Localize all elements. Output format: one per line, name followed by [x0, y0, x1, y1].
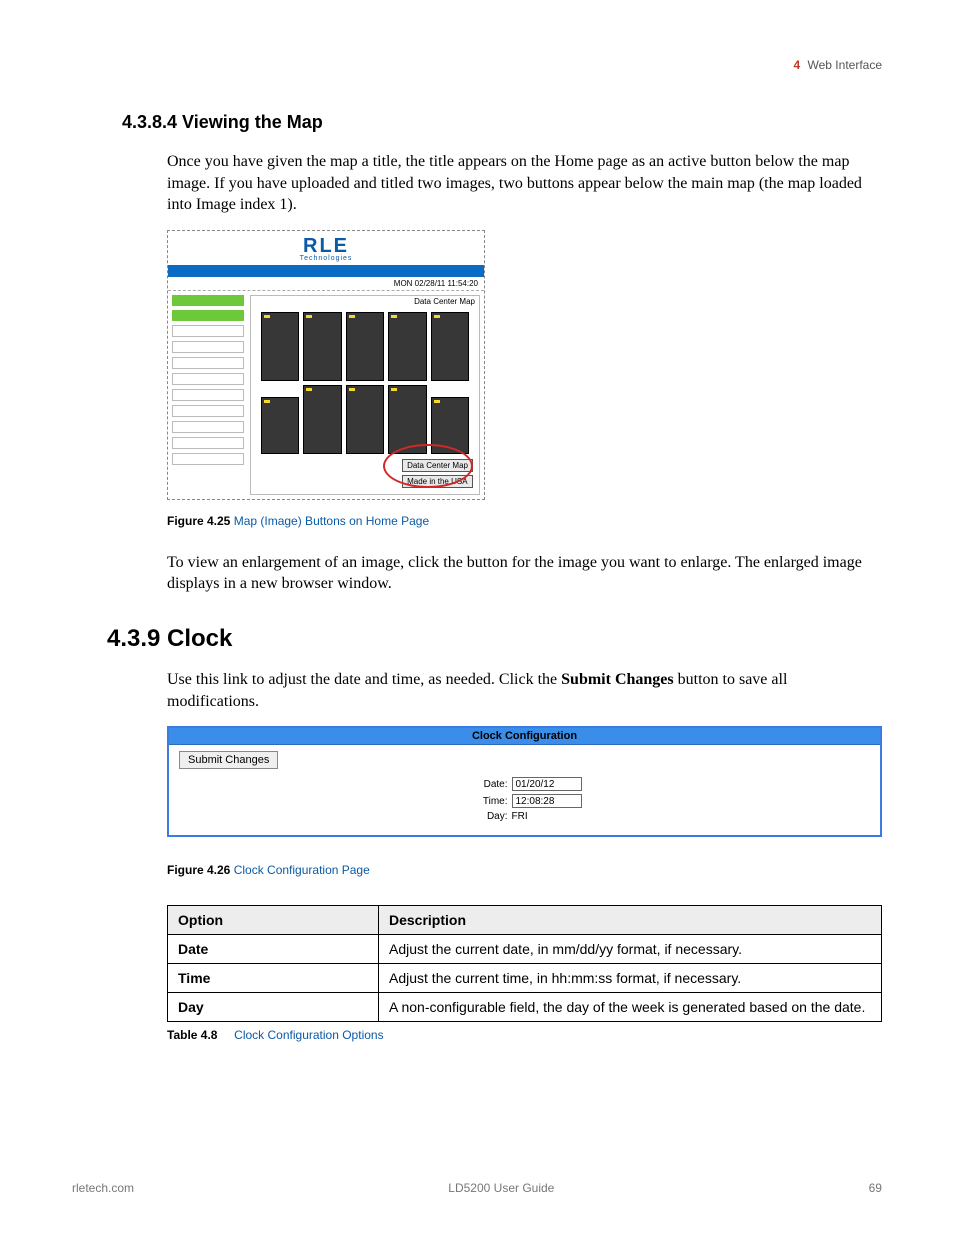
- table-4-8: Option Description Date Adjust the curre…: [167, 905, 882, 1022]
- cell-description: Adjust the current date, in mm/dd/yy for…: [379, 935, 882, 964]
- cell-description: A non-configurable field, the day of the…: [379, 993, 882, 1022]
- paragraph: To view an enlargement of an image, clic…: [167, 552, 882, 595]
- cell-description: Adjust the current time, in hh:mm:ss for…: [379, 964, 882, 993]
- nav-item: [172, 295, 244, 306]
- rle-logo: RLE Technologies: [168, 231, 484, 265]
- nav-item: [172, 341, 244, 353]
- cell-option: Time: [168, 964, 379, 993]
- rack-icon: [346, 312, 384, 381]
- cell-option: Date: [168, 935, 379, 964]
- paragraph: Once you have given the map a title, the…: [167, 151, 882, 216]
- blue-bar: [168, 265, 484, 277]
- col-option: Option: [168, 906, 379, 935]
- table-row: Time Adjust the current time, in hh:mm:s…: [168, 964, 882, 993]
- caption-label: Figure 4.25: [167, 514, 230, 528]
- section-number-4-3-9: 4.3.9: [72, 625, 167, 653]
- caption-text: Clock Configuration Options: [234, 1028, 383, 1042]
- nav-item: [172, 437, 244, 449]
- nav-item: [172, 421, 244, 433]
- map-button-1[interactable]: Data Center Map: [402, 459, 473, 472]
- map-panel: Data Center Map Data Cent: [250, 295, 480, 495]
- table-row: Date Adjust the current date, in mm/dd/y…: [168, 935, 882, 964]
- nav-item: [172, 310, 244, 321]
- time-input[interactable]: [512, 794, 582, 808]
- day-label: Day:: [468, 811, 508, 822]
- nav-item: [172, 453, 244, 465]
- day-value: FRI: [512, 811, 582, 822]
- table-row: Day A non-configurable field, the day of…: [168, 993, 882, 1022]
- nav-item: [172, 389, 244, 401]
- rack-icon: [261, 397, 299, 454]
- footer-center: LD5200 User Guide: [448, 1181, 554, 1195]
- text: Use this link to adjust the date and tim…: [167, 671, 561, 688]
- chapter-title: Web Interface: [808, 58, 882, 72]
- date-label: Date:: [468, 779, 508, 790]
- nav-item: [172, 405, 244, 417]
- nav-item: [172, 373, 244, 385]
- page-footer: rletech.com LD5200 User Guide 69: [72, 1181, 882, 1195]
- col-description: Description: [379, 906, 882, 935]
- figure-4-25-caption: Figure 4.25 Map (Image) Buttons on Home …: [167, 514, 882, 528]
- footer-right: 69: [869, 1181, 882, 1195]
- caption-label: Figure 4.26: [167, 863, 230, 877]
- map-button-2[interactable]: Made in the USA: [402, 475, 473, 488]
- caption-text: Map (Image) Buttons on Home Page: [234, 514, 429, 528]
- figure-4-26-caption: Figure 4.26 Clock Configuration Page: [167, 863, 882, 877]
- rack-icon: [431, 397, 469, 454]
- side-nav: [172, 295, 244, 495]
- time-label: Time:: [468, 796, 508, 807]
- logo-subtext: Technologies: [168, 255, 484, 262]
- date-input[interactable]: [512, 777, 582, 791]
- rack-icon: [303, 312, 341, 381]
- logo-text: RLE: [168, 237, 484, 255]
- nav-item: [172, 357, 244, 369]
- rack-icon: [346, 385, 384, 454]
- nav-item: [172, 325, 244, 337]
- bold-text: Submit Changes: [561, 671, 673, 688]
- table-4-8-caption: Table 4.8 Clock Configuration Options: [167, 1028, 882, 1042]
- rack-icon: [261, 312, 299, 381]
- section-title-clock: Clock: [167, 625, 232, 653]
- panel-title: Clock Configuration: [169, 728, 880, 745]
- rack-icon: [388, 385, 426, 454]
- figure-4-25-screenshot: RLE Technologies MON 02/28/11 11:54:20: [167, 230, 485, 500]
- rack-icon: [431, 312, 469, 381]
- page-header: 4 Web Interface: [72, 58, 882, 72]
- table-header-row: Option Description: [168, 906, 882, 935]
- timestamp: MON 02/28/11 11:54:20: [168, 277, 484, 291]
- figure-4-26-screenshot: Clock Configuration Submit Changes Date:…: [167, 726, 882, 837]
- paragraph: Use this link to adjust the date and tim…: [167, 669, 882, 712]
- heading-4-3-8-4: 4.3.8.4 Viewing the Map: [122, 112, 882, 133]
- map-title: Data Center Map: [251, 296, 479, 307]
- caption-label: Table 4.8: [167, 1028, 217, 1042]
- chapter-number: 4: [793, 58, 800, 72]
- submit-changes-button[interactable]: Submit Changes: [179, 751, 278, 769]
- rack-icon: [388, 312, 426, 381]
- cell-option: Day: [168, 993, 379, 1022]
- rack-icon: [303, 385, 341, 454]
- footer-left: rletech.com: [72, 1181, 134, 1195]
- caption-text: Clock Configuration Page: [234, 863, 370, 877]
